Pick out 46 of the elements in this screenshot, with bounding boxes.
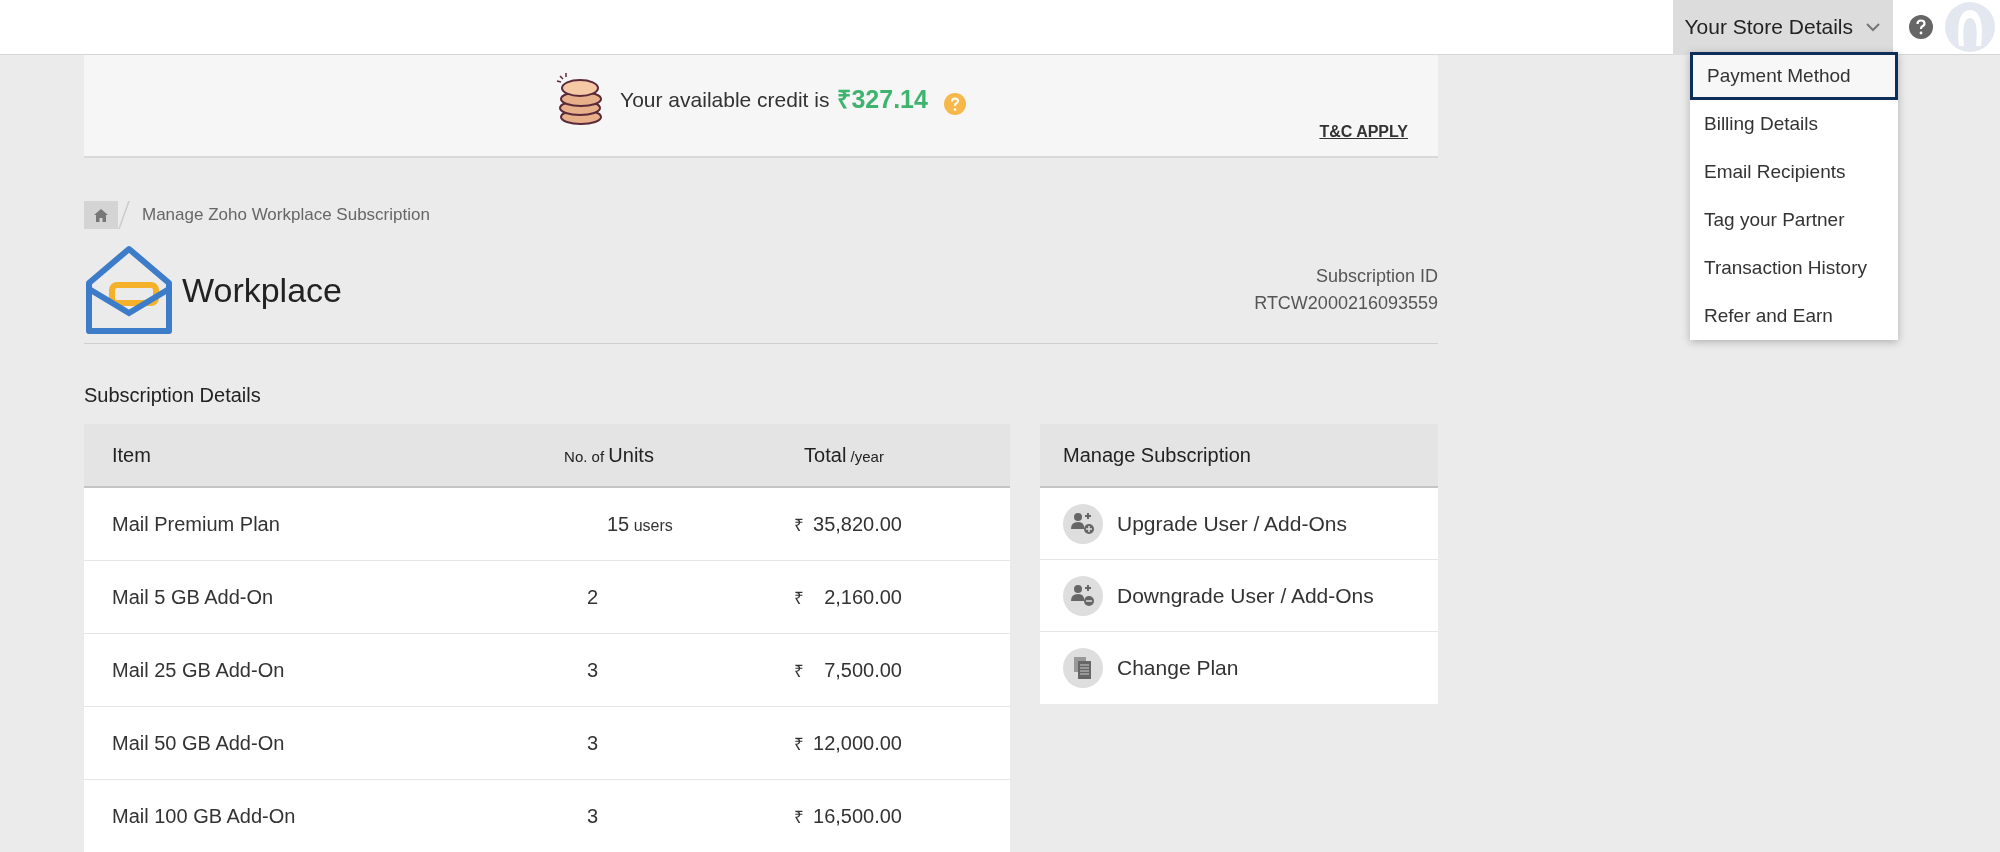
menu-item[interactable]: Billing Details (1690, 100, 1898, 148)
section-title: Subscription Details (84, 383, 262, 408)
menu-item[interactable]: Refer and Earn (1690, 292, 1898, 340)
document-icon (1063, 648, 1103, 688)
menu-item[interactable]: Tag your Partner (1690, 196, 1898, 244)
item-name: Mail 100 GB Add-On (111, 804, 297, 829)
home-crumb[interactable] (84, 201, 118, 229)
user-add-icon (1063, 503, 1103, 544)
menu-item[interactable]: Payment Method (1690, 52, 1898, 100)
column-header: Item (111, 443, 152, 468)
total-cell-text: ₹ 16,500.00 (794, 804, 902, 829)
product-name: Workplace (182, 269, 342, 311)
home-icon (94, 208, 108, 222)
units-cell-text: 3 (586, 804, 600, 829)
help-icon[interactable] (1909, 15, 1933, 39)
item-name: Mail 5 GB Add-On (111, 585, 275, 610)
subscription-id-label: Subscription ID (1315, 265, 1438, 288)
credit-text: Your available credit is (620, 86, 830, 113)
menu-item[interactable]: Transaction History (1690, 244, 1898, 292)
manage-action[interactable]: Downgrade User / Add-Ons (1040, 560, 1438, 632)
chevron-down-icon (1865, 22, 1881, 32)
manage-action[interactable]: Change Plan (1040, 632, 1438, 704)
subscription-id: RTCW2000216093559 (1254, 292, 1438, 315)
item-name: Mail Premium Plan (111, 512, 281, 537)
manage-action[interactable]: Upgrade User / Add-Ons (1040, 488, 1438, 560)
units-cell-text: 15 users (606, 512, 674, 537)
total-cell-text: ₹ 12,000.00 (794, 731, 902, 756)
credit-amount: ₹327.14 (837, 83, 928, 115)
units-cell-text: 2 (586, 585, 600, 610)
breadcrumb-separator (118, 201, 130, 229)
column-header: No. of Units (563, 443, 655, 468)
total-cell-text: ₹ 2,160.00 (794, 585, 902, 610)
units-cell-text: 3 (586, 731, 600, 756)
total-cell-text: ₹ 7,500.00 (794, 658, 902, 683)
coins-icon (556, 71, 605, 128)
total-cell-text: ₹ 35,820.00 (794, 512, 902, 537)
item-name: Mail 25 GB Add-On (111, 658, 286, 683)
breadcrumb-current: Manage Zoho Workplace Subscription (142, 204, 430, 227)
units-cell-text: 3 (586, 658, 600, 683)
terms-link[interactable]: T&C APPLY (1319, 120, 1408, 144)
user-remove-icon (1063, 575, 1103, 616)
store-details-menu[interactable]: Your Store Details (1672, 0, 1893, 55)
manage-title: Manage Subscription (1040, 424, 1438, 488)
menu-item[interactable]: Email Recipients (1690, 148, 1898, 196)
column-header: Total /year (803, 443, 885, 468)
item-name: Mail 50 GB Add-On (111, 731, 286, 756)
